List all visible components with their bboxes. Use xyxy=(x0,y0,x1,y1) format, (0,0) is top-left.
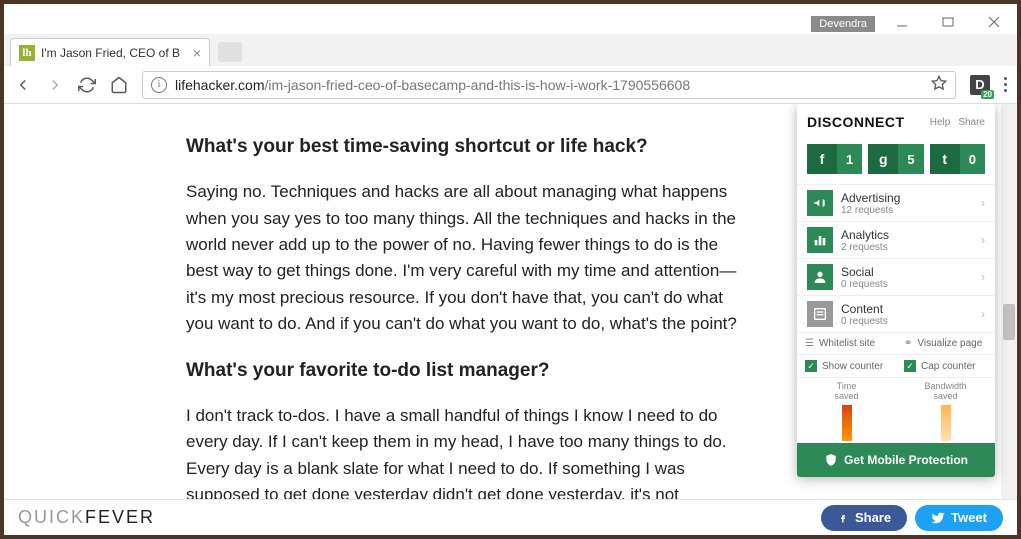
favicon: lh xyxy=(19,45,35,61)
twitter-tracker[interactable]: t0 xyxy=(930,144,985,174)
home-button[interactable] xyxy=(110,76,128,94)
category-analytics[interactable]: Analytics2 requests › xyxy=(797,221,995,258)
panel-brand: DISCONNECT xyxy=(807,114,922,130)
tab-close-icon[interactable]: × xyxy=(193,45,201,61)
category-social[interactable]: Social0 requests › xyxy=(797,258,995,295)
content-icon xyxy=(807,301,833,327)
visualize-page-button[interactable]: ⚭Visualize page xyxy=(896,333,995,354)
tab-title: I'm Jason Fried, CEO of B xyxy=(41,46,187,60)
article-paragraph: Saying no. Techniques and hacks are all … xyxy=(186,179,744,337)
scrollbar[interactable] xyxy=(1001,104,1017,499)
google-tracker[interactable]: g5 xyxy=(868,144,923,174)
disconnect-extension-icon[interactable]: D 20 xyxy=(970,75,990,95)
chevron-right-icon: › xyxy=(981,307,985,321)
whitelist-site-button[interactable]: ☰Whitelist site xyxy=(797,333,896,354)
get-mobile-button[interactable]: Get Mobile Protection xyxy=(797,443,995,477)
article-heading: What's your favorite to-do list manager? xyxy=(186,356,744,385)
megaphone-icon xyxy=(807,190,833,216)
facebook-share-button[interactable]: Share xyxy=(821,505,907,531)
show-counter-toggle[interactable]: ✓Show counter xyxy=(797,355,896,377)
tab-strip: lh I'm Jason Fried, CEO of B × xyxy=(4,34,1017,66)
chevron-right-icon: › xyxy=(981,270,985,284)
bookmark-icon[interactable] xyxy=(931,75,947,94)
back-button[interactable] xyxy=(14,76,32,94)
bandwidth-saved-graph: Bandwidthsaved xyxy=(896,382,995,443)
article-body: What's your best time-saving shortcut or… xyxy=(4,104,804,535)
category-advertising[interactable]: Advertising12 requests › xyxy=(797,184,995,221)
profile-badge[interactable]: Devendra xyxy=(811,16,875,32)
site-info-icon[interactable]: i xyxy=(151,77,167,93)
article-heading: What's your best time-saving shortcut or… xyxy=(186,132,744,161)
checkbox-icon: ✓ xyxy=(805,360,817,372)
chevron-right-icon: › xyxy=(981,196,985,210)
shield-icon xyxy=(824,453,838,467)
twitter-icon: t xyxy=(930,144,960,174)
facebook-tracker[interactable]: f1 xyxy=(807,144,862,174)
scrollbar-thumb[interactable] xyxy=(1003,304,1015,340)
google-icon: g xyxy=(868,144,898,174)
browser-tab[interactable]: lh I'm Jason Fried, CEO of B × xyxy=(10,38,210,66)
share-link[interactable]: Share xyxy=(958,117,985,128)
reload-button[interactable] xyxy=(78,76,96,94)
maximize-button[interactable] xyxy=(925,10,971,34)
site-logo: QUICKFEVER xyxy=(18,507,155,528)
disconnect-panel: DISCONNECT Help Share f1 g5 t0 Advertisi… xyxy=(797,104,995,477)
cap-counter-toggle[interactable]: ✓Cap counter xyxy=(896,355,995,377)
page-footer: QUICKFEVER Share Tweet xyxy=(4,499,1017,535)
checkbox-icon: ✓ xyxy=(904,360,916,372)
twitter-tweet-button[interactable]: Tweet xyxy=(915,505,1003,531)
extension-badge: 20 xyxy=(981,90,994,99)
address-bar[interactable]: i lifehacker.com/im-jason-fried-ceo-of-b… xyxy=(142,71,956,99)
time-saved-graph: Timesaved xyxy=(797,382,896,443)
list-icon: ☰ xyxy=(805,338,814,349)
forward-button[interactable] xyxy=(46,76,64,94)
facebook-icon: f xyxy=(807,144,837,174)
minimize-button[interactable] xyxy=(879,10,925,34)
chevron-right-icon: › xyxy=(981,233,985,247)
graph-icon: ⚭ xyxy=(904,338,912,349)
browser-menu-icon[interactable] xyxy=(1004,77,1007,92)
category-content[interactable]: Content0 requests › xyxy=(797,295,995,332)
new-tab-button[interactable] xyxy=(218,42,242,62)
help-link[interactable]: Help xyxy=(930,117,951,128)
url-text: lifehacker.com/im-jason-fried-ceo-of-bas… xyxy=(175,77,925,93)
chart-icon xyxy=(807,227,833,253)
close-button[interactable] xyxy=(971,10,1017,34)
person-icon xyxy=(807,264,833,290)
